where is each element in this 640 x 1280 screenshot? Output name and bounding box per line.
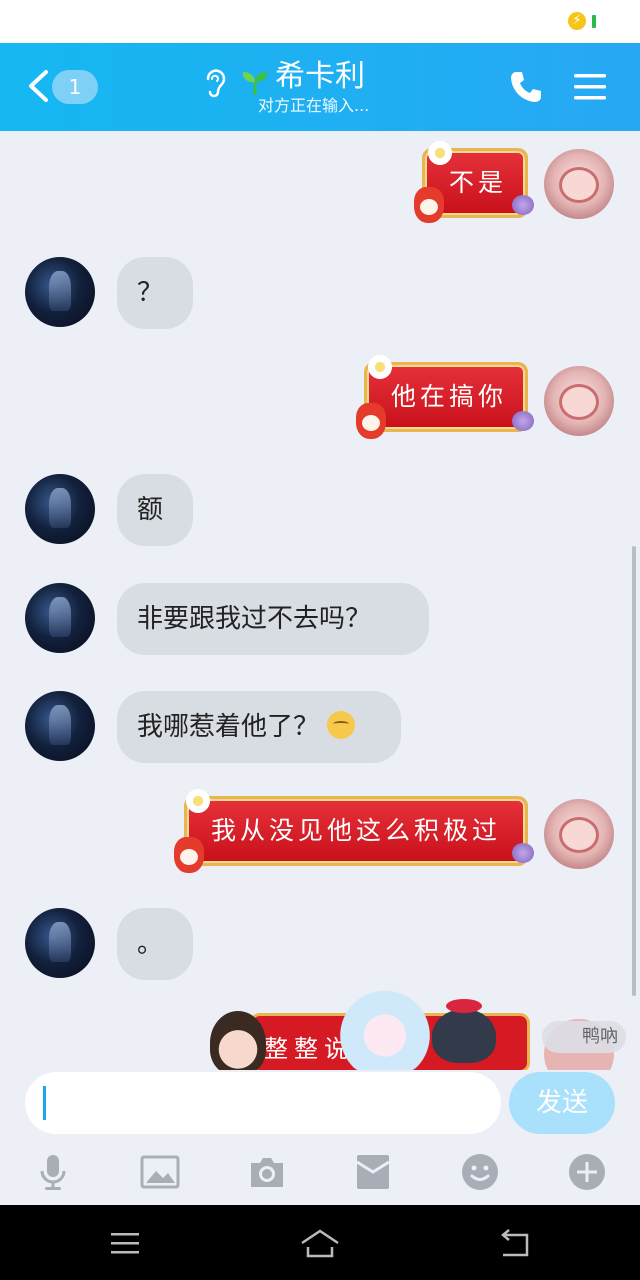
contact-avatar[interactable] [25,474,95,544]
red-packet-icon[interactable] [353,1152,393,1192]
back-icon[interactable] [495,1227,535,1259]
dino-sticker-decoration [432,999,496,1063]
flower-decoration [426,139,454,167]
girl-sticker-decoration [210,1011,266,1070]
status-bar: ⚡ [0,0,640,43]
partial-message-row[interactable]: 整整说 鸭吶 [0,981,640,1070]
plus-icon[interactable] [567,1152,607,1192]
shell-decoration [512,195,534,215]
message-bubble-right[interactable]: 我从没见他这么积极过 [184,796,528,866]
send-button[interactable]: 发送 [509,1072,615,1134]
more-menu-icon[interactable] [574,71,606,103]
unread-count-badge[interactable]: 1 [52,70,98,104]
image-icon[interactable] [140,1152,180,1192]
my-avatar[interactable] [544,149,614,219]
input-bar: 发送 [0,1070,640,1205]
phone-call-icon[interactable] [508,69,544,105]
home-icon[interactable] [300,1227,340,1259]
message-input[interactable] [25,1072,501,1134]
contact-avatar[interactable] [25,583,95,653]
shell-decoration [512,411,534,431]
contact-avatar[interactable] [25,908,95,978]
message-bubble-left[interactable]: ？ [117,257,193,329]
scrollbar[interactable] [632,546,636,996]
chat-header: 1 希卡利 对方正在输入... [0,43,640,131]
message-bubble-left[interactable]: 额 [117,474,193,546]
menu-icon[interactable] [105,1227,145,1259]
fairy-sticker-decoration [330,986,440,1070]
message-text: 我哪惹着他了？ [137,712,320,742]
contact-avatar[interactable] [25,691,95,761]
text-caret [43,1086,46,1120]
lightning-bolt-icon: ⚡ [568,12,586,30]
contact-avatar[interactable] [25,257,95,327]
nickname-badge: 鸭吶 [542,1021,626,1053]
emoji-icon[interactable] [460,1152,500,1192]
contact-name[interactable]: 希卡利 [275,59,365,95]
message-bubble-left[interactable]: 我哪惹着他了？ [117,691,401,763]
fox-sticker-decoration [356,403,386,439]
flower-decoration [366,353,394,381]
fox-sticker-decoration [174,837,204,873]
fox-sticker-decoration [414,187,444,223]
message-list[interactable]: 不是 ？ 他在搞你 额 非要跟我过不去吗？ 我哪惹着他了？ 我从没见他这么积极过… [0,131,640,1070]
earpiece-mode-icon[interactable] [200,67,228,99]
message-bubble-left[interactable]: 非要跟我过不去吗？ [117,583,429,655]
camera-icon[interactable] [247,1152,287,1192]
battery-icon [592,14,596,28]
back-arrow-icon[interactable] [26,69,50,103]
sprout-icon [242,72,268,95]
typing-status: 对方正在输入... [258,96,370,115]
flower-decoration [184,787,212,815]
system-nav-bar [0,1205,640,1280]
message-bubble-left[interactable]: 。 [117,908,193,980]
microphone-icon[interactable] [33,1152,73,1192]
my-avatar[interactable] [544,799,614,869]
sweat-smile-icon [327,711,356,739]
my-avatar[interactable] [544,366,614,436]
shell-decoration [512,843,534,863]
